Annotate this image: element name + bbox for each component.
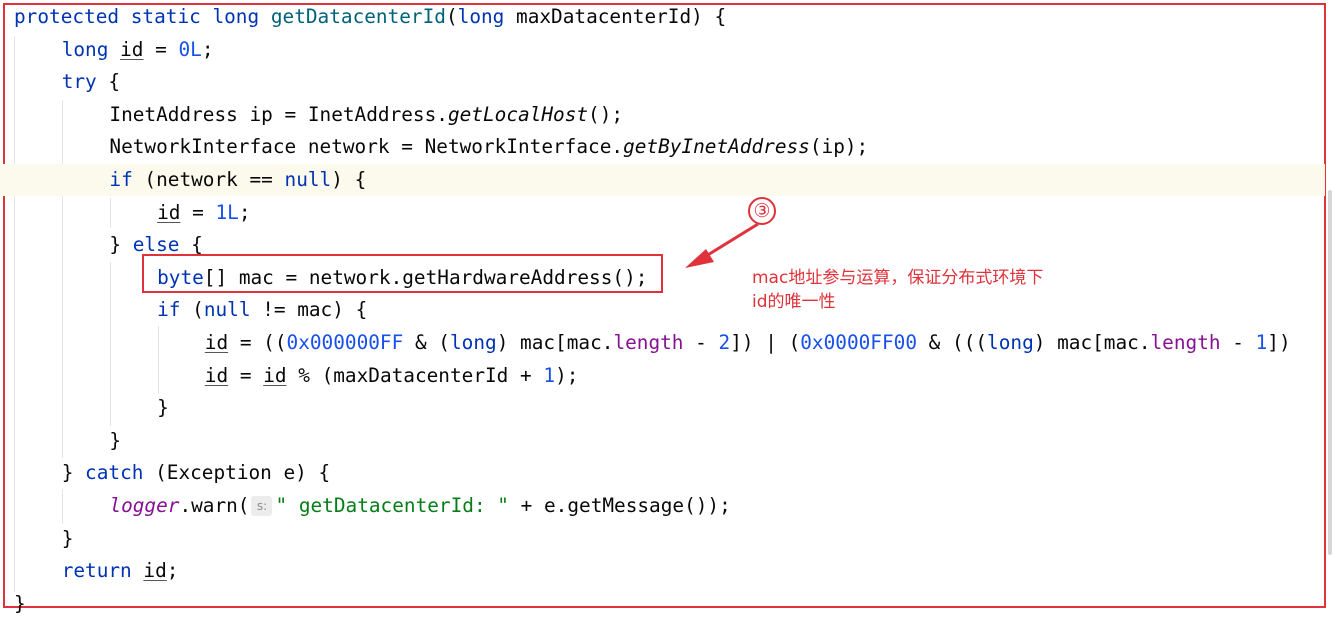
vertical-scrollbar[interactable] (1328, 190, 1332, 555)
annotation-note: mac地址参与运算，保证分布式环境下 id的唯一性 (752, 266, 1043, 314)
arrow-icon (685, 222, 759, 268)
annotation-note-line-2: id的唯一性 (752, 292, 836, 312)
annotation-note-line-1: mac地址参与运算，保证分布式环境下 (752, 268, 1044, 288)
